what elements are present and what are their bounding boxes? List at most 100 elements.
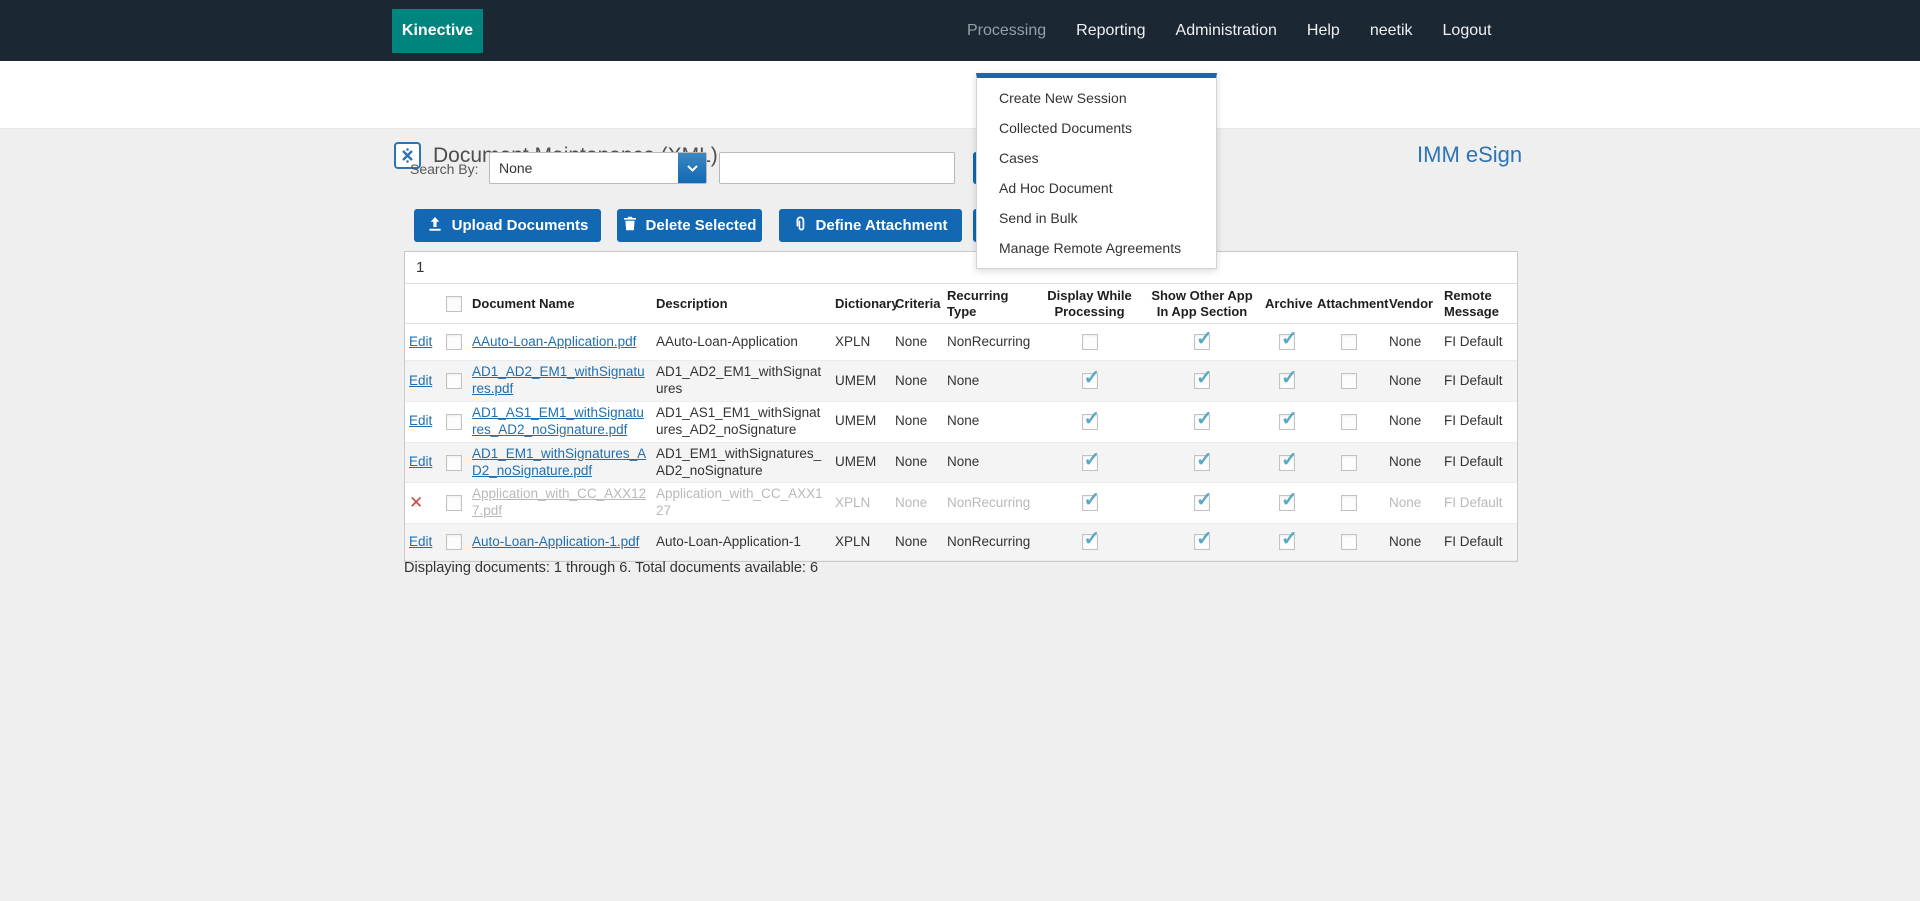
nav-item-logout[interactable]: Logout <box>1443 22 1492 40</box>
row-checkbox[interactable] <box>445 373 462 390</box>
nav-item-processing[interactable]: Processing <box>967 22 1046 40</box>
display-while-processing-checkbox[interactable] <box>1081 366 1100 391</box>
pagination-bar: 1 <box>405 252 1517 284</box>
menu-item-manage-remote-agreements[interactable]: Manage Remote Agreements <box>977 233 1216 263</box>
search-by-label: Search By: <box>410 161 479 177</box>
display-while-processing-checkbox[interactable] <box>1081 334 1098 351</box>
row-checkbox[interactable] <box>445 495 462 512</box>
edit-link[interactable]: Edit <box>409 454 432 469</box>
menu-item-cases[interactable]: Cases <box>977 143 1216 173</box>
attachment-checkbox[interactable] <box>1341 534 1357 551</box>
trash-icon <box>623 216 637 235</box>
criteria-cell: None <box>891 442 943 484</box>
attachment-checkbox[interactable] <box>1341 454 1357 471</box>
upload-documents-button[interactable]: Upload Documents <box>414 209 601 242</box>
archive-checkbox[interactable] <box>1279 448 1298 473</box>
top-navigation-bar: Kinective Processing Reporting Administr… <box>0 0 1920 61</box>
select-all-checkbox[interactable] <box>445 295 462 312</box>
display-while-processing-checkbox[interactable] <box>1081 407 1100 432</box>
dictionary-cell: UMEM <box>831 442 891 484</box>
show-other-app-checkbox[interactable] <box>1194 488 1213 513</box>
row-checkbox[interactable] <box>445 413 462 430</box>
description-cell: Application_with_CC_AXX127 <box>652 482 831 525</box>
header-description: Description <box>652 284 831 325</box>
show-other-app-checkbox[interactable] <box>1194 448 1213 473</box>
table-row: Edit Auto-Loan-Application-1.pdf Auto-Lo… <box>405 523 1517 562</box>
remote-message-cell: FI Default <box>1440 401 1517 443</box>
vendor-cell: None <box>1385 523 1440 562</box>
criteria-cell: None <box>891 360 943 402</box>
document-name-link[interactable]: AAuto-Loan-Application.pdf <box>472 334 636 349</box>
document-name-link[interactable]: AD1_EM1_withSignatures_AD2_noSignature.p… <box>472 446 646 478</box>
processing-dropdown-menu: Create New Session Collected Documents C… <box>976 73 1217 269</box>
document-name-link[interactable]: AD1_AS1_EM1_withSignatures_AD2_noSignatu… <box>472 405 644 437</box>
archive-checkbox[interactable] <box>1279 366 1298 391</box>
table-row: Edit AD1_EM1_withSignatures_AD2_noSignat… <box>405 442 1517 484</box>
dictionary-cell: XPLN <box>831 523 891 562</box>
menu-item-create-new-session[interactable]: Create New Session <box>977 83 1216 113</box>
header-recurring-type: Recurring Type <box>943 284 1036 325</box>
nav-item-reporting[interactable]: Reporting <box>1076 22 1145 40</box>
show-other-app-checkbox[interactable] <box>1194 327 1213 352</box>
recurring-type-cell: NonRecurring <box>943 523 1036 562</box>
archive-checkbox[interactable] <box>1279 327 1298 352</box>
show-other-app-checkbox[interactable] <box>1194 527 1213 552</box>
document-name-link[interactable]: Auto-Loan-Application-1.pdf <box>472 534 639 549</box>
kinective-logo[interactable]: Kinective <box>392 9 483 53</box>
archive-checkbox[interactable] <box>1279 527 1298 552</box>
search-by-selected-value: None <box>499 160 533 176</box>
vendor-cell: None <box>1385 360 1440 402</box>
show-other-app-checkbox[interactable] <box>1194 407 1213 432</box>
edit-link[interactable]: Edit <box>409 373 432 388</box>
attachment-checkbox[interactable] <box>1341 334 1357 351</box>
menu-item-ad-hoc-document[interactable]: Ad Hoc Document <box>977 173 1216 203</box>
attachment-checkbox[interactable] <box>1341 413 1357 430</box>
archive-checkbox[interactable] <box>1279 407 1298 432</box>
nav-item-help[interactable]: Help <box>1307 22 1340 40</box>
edit-link[interactable]: Edit <box>409 534 432 549</box>
archive-checkbox[interactable] <box>1279 488 1298 513</box>
define-attachment-button[interactable]: Define Attachment <box>779 209 962 242</box>
table-header-row: Document Name Description Dictionary Cri… <box>405 284 1517 325</box>
search-input[interactable] <box>719 152 955 184</box>
document-name-link[interactable]: Application_with_CC_AXX127.pdf <box>472 486 646 518</box>
remote-message-cell: FI Default <box>1440 360 1517 402</box>
attachment-checkbox[interactable] <box>1341 495 1357 512</box>
remote-message-cell: FI Default <box>1440 323 1517 362</box>
menu-item-send-in-bulk[interactable]: Send in Bulk <box>977 203 1216 233</box>
search-by-select[interactable]: None <box>489 152 707 184</box>
row-checkbox[interactable] <box>445 454 462 471</box>
vendor-cell: None <box>1385 401 1440 443</box>
row-checkbox[interactable] <box>445 534 462 551</box>
header-criteria: Criteria <box>891 284 943 325</box>
display-while-processing-checkbox[interactable] <box>1081 448 1100 473</box>
display-while-processing-checkbox[interactable] <box>1081 488 1100 513</box>
delete-selected-button[interactable]: Delete Selected <box>617 209 762 242</box>
nav-item-user[interactable]: neetik <box>1370 22 1413 40</box>
dictionary-cell: XPLN <box>831 482 891 525</box>
table-row-deleted: Application_with_CC_AXX127.pdf Applicati… <box>405 482 1517 525</box>
attachment-checkbox[interactable] <box>1341 373 1357 390</box>
recurring-type-cell: NonRecurring <box>943 482 1036 525</box>
recurring-type-cell: None <box>943 401 1036 443</box>
description-cell: AD1_AS1_EM1_withSignatures_AD2_noSignatu… <box>652 401 831 443</box>
show-other-app-checkbox[interactable] <box>1194 366 1213 391</box>
table-row: Edit AAuto-Loan-Application.pdf AAuto-Lo… <box>405 323 1517 362</box>
header-archive: Archive <box>1261 284 1313 325</box>
menu-item-collected-documents[interactable]: Collected Documents <box>977 113 1216 143</box>
criteria-cell: None <box>891 401 943 443</box>
header-display-while-processing: Display While Processing <box>1036 284 1143 325</box>
displaying-documents-status: Displaying documents: 1 through 6. Total… <box>404 560 819 576</box>
row-checkbox[interactable] <box>445 334 462 351</box>
delete-selected-label: Delete Selected <box>645 217 757 234</box>
header-attachment: Attachment <box>1313 284 1389 325</box>
display-while-processing-checkbox[interactable] <box>1081 527 1100 552</box>
document-name-link[interactable]: AD1_AD2_EM1_withSignatures.pdf <box>472 364 645 396</box>
edit-link[interactable]: Edit <box>409 334 432 349</box>
description-cell: AAuto-Loan-Application <box>652 323 831 362</box>
edit-link[interactable]: Edit <box>409 413 432 428</box>
nav-item-administration[interactable]: Administration <box>1176 22 1277 40</box>
deleted-x-icon[interactable] <box>409 493 423 512</box>
page-number-1[interactable]: 1 <box>416 259 424 276</box>
select-dropdown-button[interactable] <box>678 153 706 183</box>
